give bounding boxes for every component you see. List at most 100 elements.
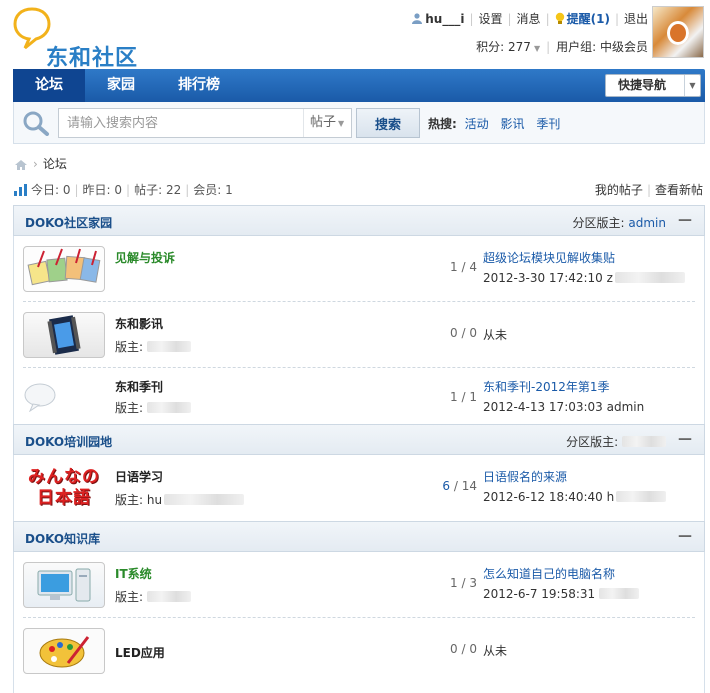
hot-term-movies[interactable]: 影讯 bbox=[500, 117, 524, 131]
home-icon[interactable] bbox=[14, 159, 28, 171]
redacted-name bbox=[146, 341, 191, 352]
points-link[interactable]: 积分: 277 bbox=[476, 40, 531, 54]
logout-link[interactable]: 退出 bbox=[624, 10, 648, 27]
forum-row: 见解与投诉 1 / 4 超级论坛模块见解收集贴 2012-3-30 17:42:… bbox=[13, 236, 705, 302]
last-post-title[interactable]: 超级论坛模块见解收集贴 bbox=[483, 251, 615, 265]
usergroup-link[interactable]: 用户组: 中级会员 bbox=[556, 40, 648, 54]
moderator-label: 版主: bbox=[115, 401, 144, 415]
breadcrumb-separator: › bbox=[33, 157, 38, 171]
search-type-select[interactable]: 帖子 ▼ bbox=[303, 109, 351, 137]
it-forum-icon[interactable] bbox=[23, 562, 105, 608]
last-post-time-text: 2012-6-7 19:58:31 bbox=[483, 587, 596, 601]
last-post-title[interactable]: 日语假名的来源 bbox=[483, 470, 567, 484]
collapse-icon[interactable]: — bbox=[678, 431, 692, 447]
breadcrumb-current[interactable]: 论坛 bbox=[43, 157, 67, 171]
separator: | bbox=[469, 11, 474, 26]
post-count: 4 bbox=[469, 260, 477, 274]
last-post-never: 从未 bbox=[483, 644, 508, 658]
quick-nav-label: 快捷导航 bbox=[618, 78, 667, 92]
separator: | bbox=[507, 11, 512, 26]
messages-link[interactable]: 消息 bbox=[517, 10, 541, 27]
user-info-bar: 积分: 277 ▼ | 用户组: 中级会员 bbox=[476, 38, 648, 55]
computer-icon bbox=[37, 568, 91, 602]
forum-count: 1 / 1 bbox=[450, 390, 477, 404]
last-post-title[interactable]: 东和季刊-2012年第1季 bbox=[483, 380, 610, 394]
search-input[interactable] bbox=[59, 109, 305, 137]
forum-name[interactable]: LED应用 bbox=[115, 644, 165, 661]
chevron-down-icon: ▼ bbox=[684, 75, 700, 96]
last-post: 东和季刊-2012年第1季 2012-4-13 17:03:03 admin bbox=[483, 378, 644, 414]
forum-name[interactable]: 日语学习 bbox=[115, 468, 163, 485]
nav-item-ranking[interactable]: 排行榜 bbox=[161, 69, 237, 102]
chevron-down-icon[interactable]: ▼ bbox=[534, 44, 540, 53]
hot-search-label: 热搜: bbox=[428, 117, 457, 131]
category-header: DOKO培训园地 分区版主: — bbox=[13, 424, 705, 455]
site-logo[interactable]: 东和社区 bbox=[10, 4, 160, 71]
quick-nav-button[interactable]: 快捷导航 ▼ bbox=[605, 74, 701, 97]
forum-moderator: 版主: hu bbox=[115, 491, 245, 508]
user-icon bbox=[412, 13, 423, 24]
post-count: 3 bbox=[469, 576, 477, 590]
reminder-link[interactable]: 提醒(1) bbox=[567, 10, 610, 27]
forum-stats: 今日: 0 | 昨日: 0 | 帖子: 22 | 会员: 1 bbox=[14, 181, 233, 198]
last-post-title[interactable]: 怎么知道自己的电脑名称 bbox=[483, 567, 615, 581]
search-button[interactable]: 搜索 bbox=[356, 108, 420, 138]
forum-count: 0 / 0 bbox=[450, 326, 477, 340]
topic-count: 0 bbox=[450, 642, 458, 656]
category-title[interactable]: DOKO培训园地 bbox=[25, 433, 112, 450]
hot-term-activity[interactable]: 活动 bbox=[465, 117, 489, 131]
forum-count: 0 / 0 bbox=[450, 642, 477, 656]
nav-item-home[interactable]: 家园 bbox=[85, 69, 157, 102]
last-post-time: 2012-4-13 17:03:03 admin bbox=[483, 400, 645, 414]
speech-bubble-icon bbox=[23, 382, 57, 415]
new-posts-link[interactable]: 查看新帖 bbox=[655, 183, 703, 197]
search-icon bbox=[23, 111, 49, 136]
forum-name[interactable]: IT系统 bbox=[115, 565, 152, 582]
last-post: 怎么知道自己的电脑名称 2012-6-7 19:58:31 bbox=[483, 565, 640, 601]
nav-item-forum[interactable]: 论坛 bbox=[13, 69, 85, 102]
redacted-name bbox=[164, 494, 245, 505]
post-count: 0 bbox=[469, 642, 477, 656]
topic-count: 1 bbox=[450, 576, 458, 590]
username-link[interactable]: hu___i bbox=[425, 12, 464, 26]
japanese-book-logo: みんなの日本語 bbox=[28, 467, 100, 508]
movies-forum-icon[interactable] bbox=[23, 312, 105, 358]
my-posts-link[interactable]: 我的帖子 bbox=[595, 183, 643, 197]
hot-term-quarterly[interactable]: 季刊 bbox=[536, 117, 560, 131]
separator: | bbox=[646, 183, 651, 197]
last-post-time-text: 2012-3-30 17:42:10 z bbox=[483, 271, 613, 285]
separator: | bbox=[74, 183, 79, 197]
forum-count: 1 / 4 bbox=[450, 260, 477, 274]
category-title[interactable]: DOKO知识库 bbox=[25, 530, 100, 547]
post-count: 0 bbox=[469, 326, 477, 340]
forum-name[interactable]: 东和季刊 bbox=[115, 378, 163, 395]
moderator-name[interactable]: admin bbox=[628, 216, 666, 230]
forum-name[interactable]: 见解与投诉 bbox=[115, 249, 175, 266]
japanese-forum-icon[interactable]: みんなの日本語 bbox=[23, 465, 105, 511]
breadcrumb: › 论坛 bbox=[14, 155, 67, 172]
collapse-icon[interactable]: — bbox=[678, 212, 692, 228]
topic-count: 0 bbox=[450, 326, 458, 340]
main-nav: 论坛 家园 排行榜 快捷导航 ▼ bbox=[13, 69, 705, 102]
feedback-forum-icon[interactable] bbox=[23, 246, 105, 292]
search-bar: 帖子▼ 搜索 热搜: 活动 影讯 季刊 bbox=[13, 102, 705, 144]
forum-moderator: 版主: bbox=[115, 399, 191, 416]
forum-row: みんなの日本語 日语学习 版主: hu 6 / 14 日语假名的来源 2012-… bbox=[13, 455, 705, 521]
moderator-label: 版主: hu bbox=[115, 493, 163, 507]
redacted-name bbox=[146, 591, 191, 602]
avatar[interactable] bbox=[652, 6, 704, 58]
forum-row: LED应用 0 / 0 从未 bbox=[13, 618, 705, 684]
collapse-icon[interactable]: — bbox=[678, 528, 692, 544]
paint-palette-icon bbox=[39, 636, 90, 668]
forum-name[interactable]: 东和影讯 bbox=[115, 315, 163, 332]
redacted-name bbox=[622, 436, 666, 447]
last-post-time: 2012-3-30 17:42:10 z bbox=[483, 271, 685, 285]
separator: | bbox=[185, 183, 190, 197]
category-title[interactable]: DOKO社区家园 bbox=[25, 214, 112, 231]
category-header: DOKO社区家园 分区版主: admin — bbox=[13, 205, 705, 236]
last-post: 日语假名的来源 2012-6-12 18:40:40 h bbox=[483, 468, 667, 504]
last-post-time: 2012-6-7 19:58:31 bbox=[483, 587, 640, 601]
led-forum-icon[interactable] bbox=[23, 628, 105, 674]
last-post-time-text: 2012-6-12 18:40:40 h bbox=[483, 490, 615, 504]
settings-link[interactable]: 设置 bbox=[478, 10, 502, 27]
